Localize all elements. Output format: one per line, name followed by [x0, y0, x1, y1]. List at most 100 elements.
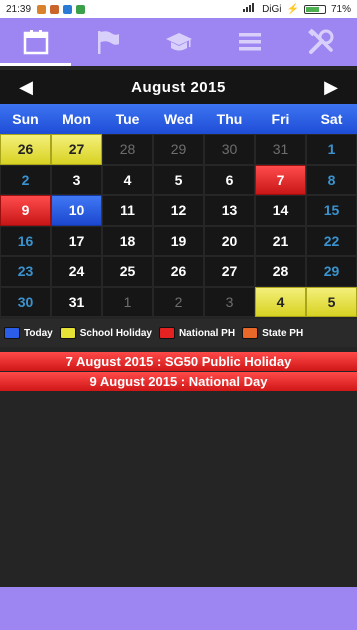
status-bar: 21:39 DiGi ⚡ 71%: [0, 0, 357, 18]
calendar-icon: [23, 30, 48, 55]
tab-school[interactable]: [143, 18, 214, 66]
event-item[interactable]: 9 August 2015 : National Day: [0, 372, 357, 391]
status-time: 21:39: [6, 3, 32, 15]
calendar-day[interactable]: 5: [153, 164, 204, 195]
legend-item-national-ph: National PH: [158, 327, 236, 339]
tab-tools[interactable]: [286, 18, 357, 66]
calendar-day[interactable]: 2: [0, 164, 51, 195]
event-list: 7 August 2015 : SG50 Public Holiday 9 Au…: [0, 352, 357, 392]
legend-item-school-holiday: School Holiday: [59, 327, 152, 339]
calendar-day[interactable]: 20: [204, 225, 255, 256]
calendar-week-row: 16 17 18 19 20 21 22: [0, 225, 357, 256]
calendar-grid: 26 27 28 29 30 31 1 2 3 4 5 6 7 8 9 10 11 12 13 14 15 16 17 18 1…: [0, 134, 357, 317]
calendar-day[interactable]: 1: [306, 134, 357, 165]
calendar-day[interactable]: 13: [204, 195, 255, 226]
battery-percent: 71%: [330, 3, 351, 15]
calendar-day[interactable]: 26: [0, 134, 51, 165]
calendar-day[interactable]: 29: [153, 134, 204, 165]
calendar-day[interactable]: 28: [102, 134, 153, 165]
notification-icon: [63, 4, 73, 14]
tools-icon: [308, 28, 334, 54]
legend-label: State PH: [262, 327, 304, 339]
calendar-day[interactable]: 25: [102, 256, 153, 287]
event-item[interactable]: 7 August 2015 : SG50 Public Holiday: [0, 352, 357, 371]
calendar-day[interactable]: 5: [306, 286, 357, 317]
calendar-week-row: 30 31 1 2 3 4 5: [0, 286, 357, 317]
left-arrow-icon[interactable]: ◀: [14, 77, 38, 98]
weekday-label: Mon: [62, 111, 91, 127]
legend-item-today: Today: [4, 327, 53, 339]
charging-icon: ⚡: [286, 3, 299, 15]
calendar-day[interactable]: 6: [204, 164, 255, 195]
legend: Today School Holiday National PH State P…: [0, 319, 357, 347]
calendar-day[interactable]: 31: [51, 286, 102, 317]
calendar-day[interactable]: 27: [51, 134, 102, 165]
calendar-day[interactable]: 8: [306, 164, 357, 195]
graduation-cap-icon: [165, 33, 192, 51]
calendar-day[interactable]: 30: [0, 286, 51, 317]
calendar-day[interactable]: 21: [255, 225, 306, 256]
calendar-day[interactable]: 31: [255, 134, 306, 165]
calendar-day[interactable]: 4: [102, 164, 153, 195]
legend-label: Today: [24, 327, 53, 339]
legend-label: National PH: [178, 327, 236, 339]
calendar-week-row: 26 27 28 29 30 31 1: [0, 134, 357, 165]
legend-swatch: [4, 327, 20, 339]
calendar-day[interactable]: 11: [102, 195, 153, 226]
calendar-day[interactable]: 1: [102, 286, 153, 317]
tab-flag[interactable]: [71, 18, 142, 66]
legend-swatch: [242, 327, 259, 339]
tab-bar: [0, 18, 357, 66]
weekday-label: Wed: [163, 111, 194, 127]
calendar-day[interactable]: 30: [204, 134, 255, 165]
calendar-day[interactable]: 2: [153, 286, 204, 317]
calendar-day[interactable]: 18: [102, 225, 153, 256]
month-header: ◀ August 2015 ▶: [0, 70, 357, 104]
calendar-day[interactable]: 16: [0, 225, 51, 256]
tab-menu[interactable]: [214, 18, 285, 66]
calendar-day[interactable]: 22: [306, 225, 357, 256]
calendar-day[interactable]: 23: [0, 256, 51, 287]
month-title: August 2015: [131, 78, 226, 96]
battery-icon: [303, 4, 326, 14]
calendar-day[interactable]: 28: [255, 256, 306, 287]
notification-icon: [37, 4, 47, 14]
calendar-day[interactable]: 3: [51, 164, 102, 195]
notification-icon: [76, 4, 86, 14]
calendar-day[interactable]: 15: [306, 195, 357, 226]
weekday-label: Thu: [216, 111, 243, 127]
legend-swatch: [158, 327, 175, 339]
weekday-label: Sat: [320, 111, 343, 127]
calendar-day[interactable]: 12: [153, 195, 204, 226]
calendar: ◀ August 2015 ▶ Sun Mon Tue Wed Thu Fri …: [0, 70, 357, 347]
weekday-header: Sun Mon Tue Wed Thu Fri Sat: [0, 104, 357, 134]
calendar-week-row: 9 10 11 12 13 14 15: [0, 195, 357, 226]
tab-calendar[interactable]: [0, 18, 72, 66]
menu-icon: [238, 33, 261, 51]
calendar-day[interactable]: 29: [306, 256, 357, 287]
calendar-day[interactable]: 19: [153, 225, 204, 256]
legend-label: School Holiday: [79, 327, 152, 339]
calendar-day[interactable]: 4: [255, 286, 306, 317]
signal-icon: [243, 3, 257, 15]
calendar-week-row: 23 24 25 26 27 28 29: [0, 256, 357, 287]
calendar-week-row: 2345678: [0, 164, 357, 195]
calendar-day[interactable]: 26: [153, 256, 204, 287]
calendar-day[interactable]: 10: [51, 195, 102, 226]
bottom-bar: [0, 587, 357, 630]
right-arrow-icon[interactable]: ▶: [319, 77, 343, 98]
weekday-label: Fri: [271, 111, 290, 127]
calendar-day[interactable]: 14: [255, 195, 306, 226]
weekday-label: Sun: [12, 111, 39, 127]
notification-icon: [50, 4, 60, 14]
calendar-day[interactable]: 17: [51, 225, 102, 256]
weekday-label: Tue: [115, 111, 140, 127]
calendar-day[interactable]: 9: [0, 195, 51, 226]
calendar-day[interactable]: 3: [204, 286, 255, 317]
calendar-day[interactable]: 7: [255, 164, 306, 195]
calendar-day[interactable]: 27: [204, 256, 255, 287]
carrier-label: DiGi: [262, 3, 282, 15]
flag-icon: [98, 31, 120, 54]
legend-swatch: [59, 327, 76, 339]
calendar-day[interactable]: 24: [51, 256, 102, 287]
